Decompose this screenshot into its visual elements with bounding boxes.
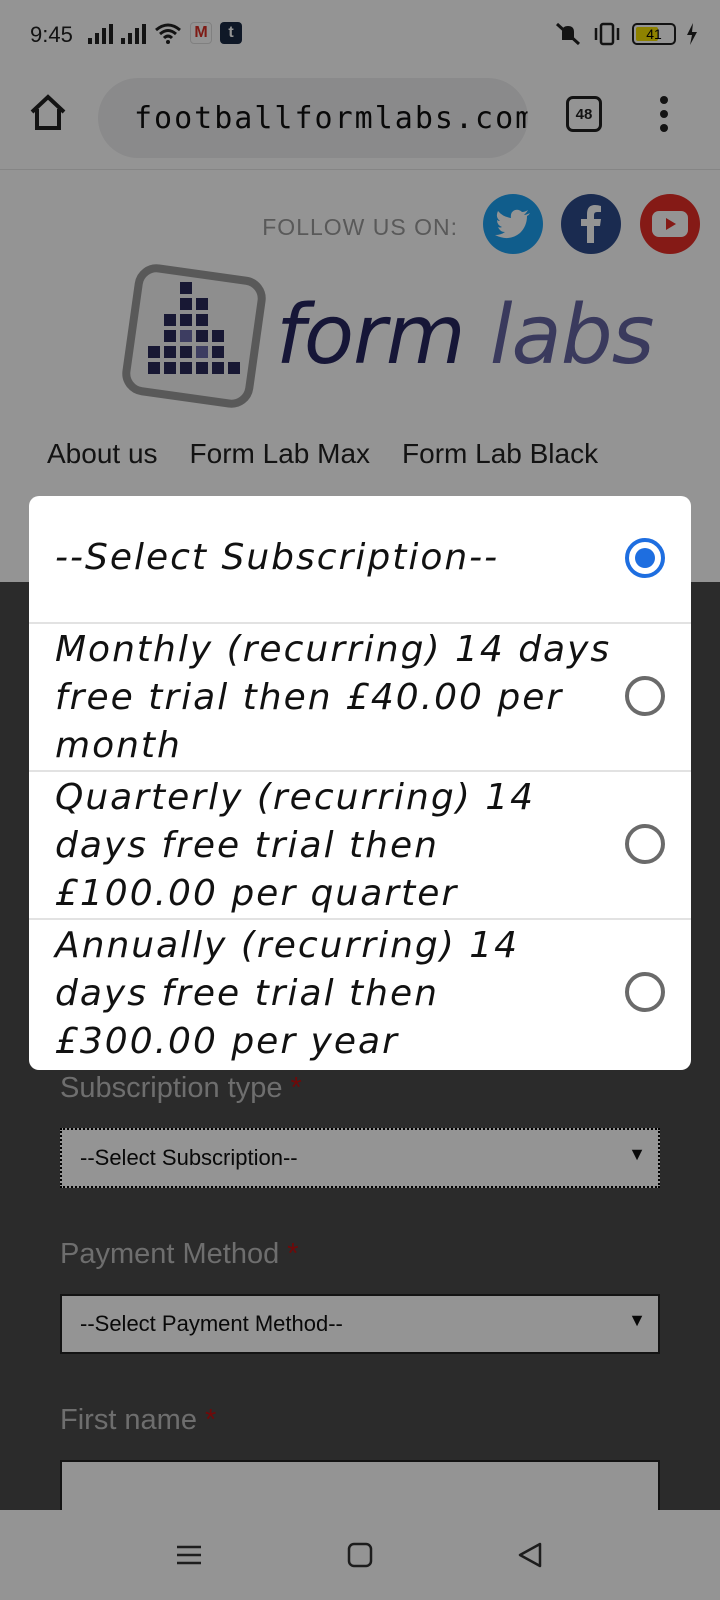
subscription-option-annually[interactable]: Annually (recurring) 14 days free trial …: [29, 920, 691, 1070]
radio-unchecked-icon[interactable]: [625, 824, 665, 864]
option-label: Annually (recurring) 14 days free trial …: [55, 925, 520, 1062]
option-label: --Select Subscription--: [55, 537, 500, 578]
subscription-picker-dialog: --Select Subscription-- Monthly (recurri…: [29, 496, 691, 1070]
subscription-option-select[interactable]: --Select Subscription--: [29, 496, 691, 624]
subscription-option-monthly[interactable]: Monthly (recurring) 14 days free trial t…: [29, 624, 691, 772]
option-label: Quarterly (recurring) 14 days free trial…: [55, 777, 535, 914]
radio-checked-icon[interactable]: [625, 538, 665, 578]
option-label: Monthly (recurring) 14 days free trial t…: [55, 629, 612, 766]
radio-unchecked-icon[interactable]: [625, 676, 665, 716]
subscription-option-quarterly[interactable]: Quarterly (recurring) 14 days free trial…: [29, 772, 691, 920]
radio-unchecked-icon[interactable]: [625, 972, 665, 1012]
